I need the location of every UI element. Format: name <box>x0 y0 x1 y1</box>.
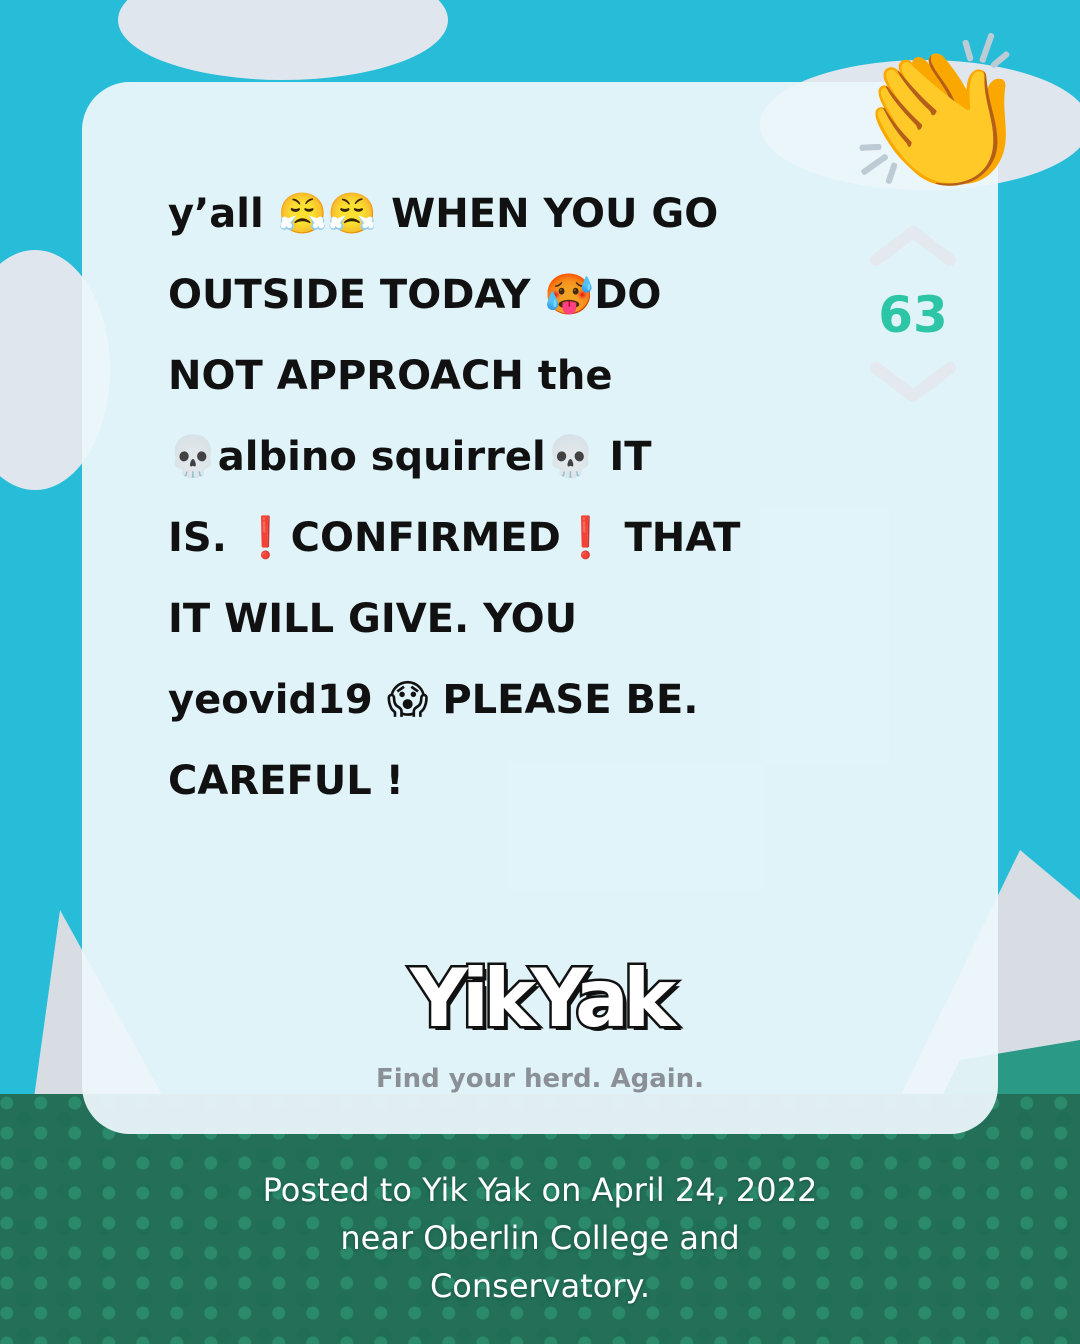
yak-card: y’all 😤😤 WHEN YOU GO OUTSIDE TODAY 🥵DO N… <box>82 82 998 1134</box>
clapping-hands-icon: 👏 <box>846 28 1033 202</box>
tagline: Find your herd. Again. <box>375 1064 705 1094</box>
yik-yak-logo: YikYak <box>407 950 678 1048</box>
chevron-up-icon[interactable] <box>868 222 958 266</box>
post-text: y’all 😤😤 WHEN YOU GO OUTSIDE TODAY 🥵DO N… <box>168 191 741 804</box>
caption-line-2: near Oberlin College and <box>340 1219 740 1257</box>
caption-line-3: Conservatory. <box>429 1267 651 1305</box>
vote-controls: 63 <box>868 222 958 406</box>
post-caption: Posted to Yik Yak on April 24, 2022 near… <box>190 1166 890 1310</box>
chevron-down-icon[interactable] <box>868 362 958 406</box>
vote-score: 63 <box>878 286 948 344</box>
caption-line-1: Posted to Yik Yak on April 24, 2022 <box>262 1171 818 1209</box>
logo-container: YikYak <box>82 950 998 1048</box>
